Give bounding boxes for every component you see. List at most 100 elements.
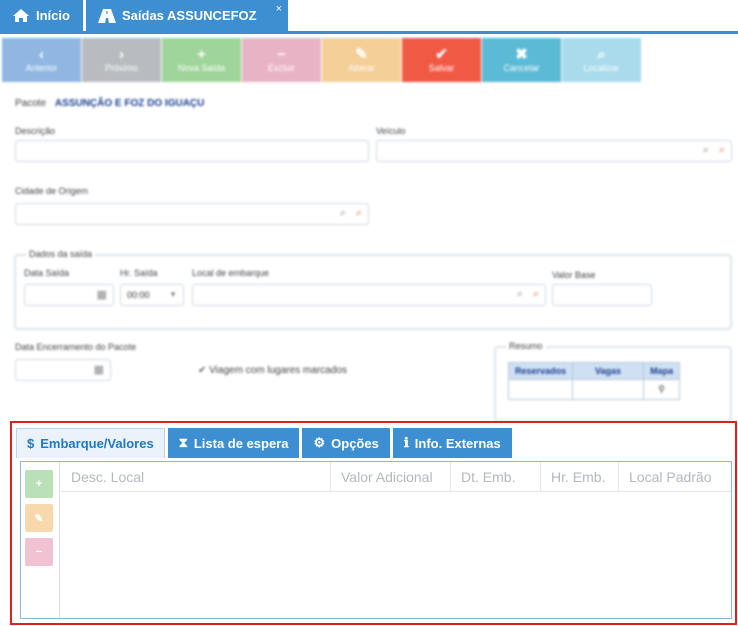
hr-saida-select[interactable]: 00:00 ▼ xyxy=(120,284,184,306)
salvar-label: Salvar xyxy=(428,63,455,73)
data-saida-label: Data Saída xyxy=(24,268,70,278)
calendar-icon[interactable]: ▦ xyxy=(94,363,104,376)
resumo-group: Resumo Reservados Vagas Mapa ⚲ xyxy=(494,341,732,422)
action-toolbar: ‹ Anterior › Próximo + Nova Saída − Excluir ✎ Alt… xyxy=(2,38,642,82)
localizar-label: Localizar xyxy=(583,63,620,73)
dados-saida-legend: Dados da saída xyxy=(26,249,96,259)
saidas-tab[interactable]: Saídas ASSUNCEFOZ × xyxy=(86,0,288,31)
app-tab-bar: Início Saídas ASSUNCEFOZ × xyxy=(0,0,738,34)
embarque-valores-icon: $ xyxy=(27,436,35,451)
embarque-panel: $ Embarque/Valores ⧗ Lista de espera ⚙ Opções… xyxy=(10,421,737,625)
zoom-icon[interactable]: ⌕ xyxy=(356,207,362,220)
descricao-label: Descrição xyxy=(15,126,56,136)
cidade-origem-label: Cidade de Origem xyxy=(15,186,89,196)
valor-base-input[interactable] xyxy=(552,284,652,306)
zoom-icon[interactable]: ⌕ xyxy=(533,288,539,301)
resumo-legend: Resumo xyxy=(506,341,546,351)
cancelar-button[interactable]: ✖ Cancelar xyxy=(482,38,561,82)
cancelar-icon: ✖ xyxy=(515,46,528,63)
column-header-4[interactable]: Local Padrão xyxy=(619,462,731,492)
local-embarque-label: Local de embarque xyxy=(192,268,270,278)
pacote-row: Pacote ASSUNÇÃO E FOZ DO IGUAÇU xyxy=(15,98,204,109)
column-header-0[interactable]: Desc. Local xyxy=(61,462,331,492)
alterar-button[interactable]: ✎ Alterar xyxy=(322,38,401,82)
saida-form: ‹ Anterior › Próximo + Nova Saída − Excluir ✎ Alt… xyxy=(0,34,738,422)
excluir-button[interactable]: − Excluir xyxy=(242,38,321,82)
info-externas-icon: ℹ xyxy=(403,435,409,450)
proximo-button[interactable]: › Próximo xyxy=(82,38,161,82)
search-icon[interactable]: ⌕ xyxy=(340,207,346,220)
hr-saida-value: 00:00 xyxy=(127,290,150,300)
salvar-button[interactable]: ✔ Salvar xyxy=(402,38,481,82)
descricao-input[interactable] xyxy=(15,140,369,162)
edit-row-button[interactable]: ✎ xyxy=(25,504,53,532)
viagem-lugares-checkbox[interactable]: ✔ Viagem com lugares marcados xyxy=(198,365,347,376)
local-embarque-input[interactable]: ⌕ ⌕ xyxy=(192,284,546,306)
calendar-icon[interactable]: ▦ xyxy=(97,288,107,301)
veiculo-input[interactable]: ⌕ ⌕ xyxy=(376,140,732,162)
tab-info-externas[interactable]: ℹ Info. Externas xyxy=(392,428,512,458)
localizar-button[interactable]: ⌕ Localizar xyxy=(562,38,641,82)
search-icon[interactable]: ⌕ xyxy=(517,288,523,301)
tab-opcoes[interactable]: ⚙ Opções xyxy=(302,428,390,458)
zoom-icon[interactable]: ⌕ xyxy=(719,144,725,157)
excluir-label: Excluir xyxy=(267,63,295,73)
close-tab-icon[interactable]: × xyxy=(276,3,282,15)
data-encerramento-label: Data Encerramento do Pacote xyxy=(15,342,137,352)
home-icon xyxy=(12,8,30,23)
anterior-button[interactable]: ‹ Anterior xyxy=(2,38,81,82)
tab-lista-de-espera-label: Lista de espera xyxy=(193,435,289,451)
tab-embarque-valores[interactable]: $ Embarque/Valores xyxy=(16,428,165,458)
column-header-2[interactable]: Dt. Emb. xyxy=(451,462,541,492)
alterar-icon: ✎ xyxy=(355,46,368,63)
pacote-label: Pacote xyxy=(15,98,47,109)
row-actions: + ✎ − xyxy=(21,462,60,618)
search-icon[interactable]: ⌕ xyxy=(703,144,709,157)
chevron-down-icon: ▼ xyxy=(169,290,177,299)
proximo-icon: › xyxy=(119,46,124,63)
nova-saida-button[interactable]: + Nova Saída xyxy=(162,38,241,82)
column-header-3[interactable]: Hr. Emb. xyxy=(541,462,619,492)
veiculo-label: Veículo xyxy=(376,126,406,136)
embarque-tab-body: + ✎ − Desc. Local Valor Adicional Dt. Emb. Hr… xyxy=(20,461,732,619)
dados-saida-group: Dados da saída Data Saída ▦ Hr. Saída 00… xyxy=(14,249,732,330)
nova-saida-icon: + xyxy=(197,46,206,63)
binoculars-icon[interactable]: ⚲ xyxy=(643,379,681,400)
checkmark-icon: ✔ xyxy=(198,365,207,376)
excluir-icon: − xyxy=(277,46,286,63)
tab-lista-de-espera[interactable]: ⧗ Lista de espera xyxy=(167,428,300,458)
reservados-header: Reservados xyxy=(507,362,574,380)
hr-saida-label: Hr. Saída xyxy=(120,268,158,278)
home-tab[interactable]: Início xyxy=(0,0,83,31)
tab-opcoes-label: Opções xyxy=(331,435,379,451)
localizar-icon: ⌕ xyxy=(597,46,606,63)
tab-embarque-valores-label: Embarque/Valores xyxy=(40,436,154,451)
lista-de-espera-icon: ⧗ xyxy=(178,435,188,450)
saidas-tab-label: Saídas ASSUNCEFOZ xyxy=(122,8,257,23)
mapa-header: Mapa xyxy=(643,362,681,380)
tab-info-externas-label: Info. Externas xyxy=(414,435,501,451)
salvar-icon: ✔ xyxy=(435,46,448,63)
column-header-1[interactable]: Valor Adicional xyxy=(331,462,451,492)
pacote-value: ASSUNÇÃO E FOZ DO IGUAÇU xyxy=(54,98,205,109)
data-saida-input[interactable]: ▦ xyxy=(24,284,114,306)
vagas-header: Vagas xyxy=(572,362,645,380)
embarque-grid: Desc. Local Valor Adicional Dt. Emb. Hr. Em… xyxy=(61,462,731,618)
panel-tab-bar: $ Embarque/Valores ⧗ Lista de espera ⚙ Opções… xyxy=(16,428,515,458)
home-tab-label: Início xyxy=(36,8,70,23)
reservados-cell xyxy=(507,379,574,400)
nova-saida-label: Nova Saída xyxy=(177,63,226,73)
valor-base-label: Valor Base xyxy=(552,270,596,280)
cidade-origem-input[interactable]: ⌕ ⌕ xyxy=(15,203,369,225)
road-icon xyxy=(98,8,116,23)
resumo-table: Reservados Vagas Mapa ⚲ xyxy=(507,362,681,400)
viagem-lugares-label: Viagem com lugares marcados xyxy=(209,365,347,376)
remove-row-button[interactable]: − xyxy=(25,538,53,566)
add-row-button[interactable]: + xyxy=(25,470,53,498)
anterior-icon: ‹ xyxy=(39,46,44,63)
data-encerramento-input[interactable]: ▦ xyxy=(15,359,111,381)
opcoes-icon: ⚙ xyxy=(313,435,326,450)
alterar-label: Alterar xyxy=(348,63,375,73)
proximo-label: Próximo xyxy=(104,63,138,73)
anterior-label: Anterior xyxy=(25,63,58,73)
